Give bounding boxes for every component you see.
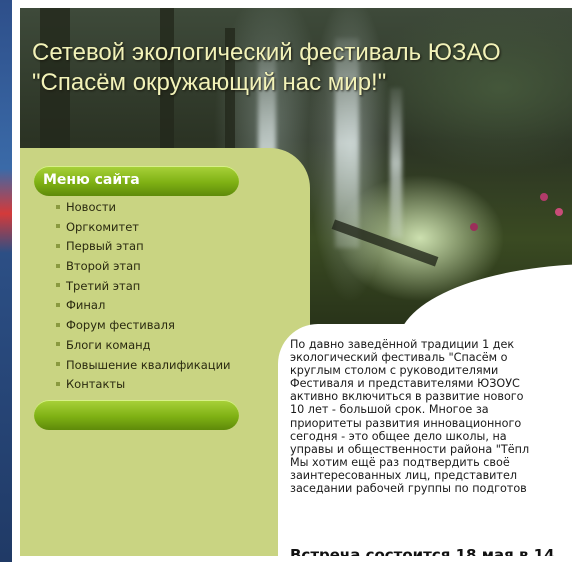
bullet-icon <box>56 243 60 248</box>
article-line: активно включиться в развитие нового <box>290 390 524 404</box>
article-line: управы и общественности района "Тёпл <box>290 442 530 456</box>
article-line: Мы хотим ещё раз подтвердить своё <box>290 455 510 469</box>
browser-left-edge <box>0 0 12 562</box>
bullet-icon <box>56 302 60 307</box>
article-line: заинтересованных лиц, представител <box>290 468 517 482</box>
sidebar-item-team-blogs[interactable]: Блоги команд <box>56 336 231 356</box>
sidebar-item-label: Финал <box>66 298 106 313</box>
sidebar-item-label: Новости <box>66 200 116 214</box>
sidebar-item-stage2[interactable]: Второй этап <box>56 257 231 277</box>
bullet-icon <box>56 263 60 268</box>
site-title-line1: Сетевой экологический фестиваль ЮЗАО <box>32 39 501 66</box>
sidebar-item-committee[interactable]: Оргкомитет <box>56 218 231 238</box>
bullet-icon <box>56 283 60 288</box>
bullet-icon <box>56 322 60 327</box>
bullet-icon <box>56 342 60 347</box>
article-line: круглым столом с руководителями <box>290 364 499 378</box>
article-line: экологический фестиваль "Спасём о <box>290 351 508 365</box>
sidebar-item-stage1[interactable]: Первый этап <box>56 237 231 257</box>
content-panel: По давно заведённой традиции 1 дек эколо… <box>278 264 572 556</box>
article-text: По давно заведённой традиции 1 дек эколо… <box>290 338 572 495</box>
article-line: сегодня - это общее дело школы, на <box>290 429 507 443</box>
article-line: 10 лет - большой срок. Многое за <box>290 403 489 417</box>
sidebar-menu: Новости Оргкомитет Первый этап Второй эт… <box>56 198 231 395</box>
sidebar-item-label: Повышение квалификации <box>66 357 231 372</box>
sidebar-item-label: Первый этап <box>66 239 144 254</box>
menu-header: Меню сайта <box>34 166 239 196</box>
bullet-icon <box>56 224 60 229</box>
bullet-icon <box>56 381 60 386</box>
article-line: заседании рабочей группы по подготов <box>290 482 527 496</box>
meeting-heading: Встреча состоится 18 мая в 14 <box>290 546 555 556</box>
site-page: Сетевой экологический фестиваль ЮЗАО "Сп… <box>20 8 572 556</box>
sidebar-item-label: Блоги команд <box>66 337 151 352</box>
article-line: приоритеты развития инновационного <box>290 416 522 430</box>
sidebar-item-training[interactable]: Повышение квалификации <box>56 356 231 376</box>
site-title-line2: "Спасём окружающий нас мир!" <box>32 69 387 96</box>
bullet-icon <box>56 362 60 366</box>
menu-footer-bar <box>34 400 239 430</box>
sidebar-item-label: Оргкомитет <box>66 219 139 234</box>
sidebar-item-label: Форум фестиваля <box>66 318 175 333</box>
site-title: Сетевой экологический фестиваль ЮЗАО "Сп… <box>32 38 501 98</box>
sidebar-item-forum[interactable]: Форум фестиваля <box>56 316 231 336</box>
article-line: По давно заведённой традиции 1 дек <box>290 338 515 351</box>
sidebar-item-label: Третий этап <box>66 278 141 293</box>
sidebar-item-news[interactable]: Новости <box>56 198 231 218</box>
sidebar-item-final[interactable]: Финал <box>56 296 231 316</box>
menu-title: Меню сайта <box>43 172 140 188</box>
sidebar-item-label: Второй этап <box>66 259 141 274</box>
sidebar-item-stage3[interactable]: Третий этап <box>56 277 231 297</box>
article-line: Фестиваля и представителями ЮЗОУС <box>290 377 520 391</box>
sidebar-item-label: Контакты <box>66 377 126 392</box>
bullet-icon <box>56 204 60 209</box>
sidebar-item-contacts[interactable]: Контакты <box>56 375 231 395</box>
